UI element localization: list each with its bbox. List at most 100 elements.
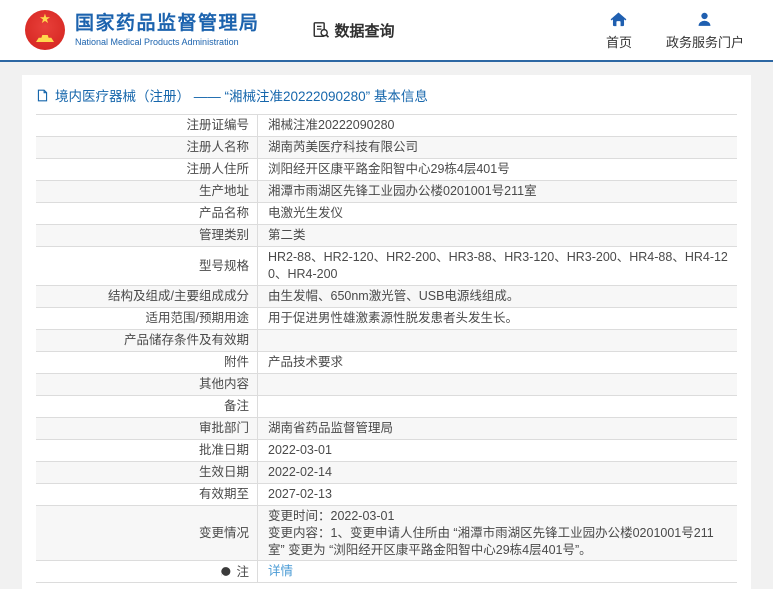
site-subtitle: National Medical Products Administration <box>75 37 260 47</box>
emblem-star-icon: ★ <box>39 12 51 25</box>
info-table: 注册证编号湘械注准20222090280注册人名称湖南芮美医疗科技有限公司注册人… <box>36 114 737 583</box>
row-label: 附件 <box>36 352 258 373</box>
row-label-text: 注册人住所 <box>186 161 249 177</box>
data-query-label: 数据查询 <box>335 20 395 41</box>
row-value: HR2-88、HR2-120、HR2-200、HR3-88、HR3-120、HR… <box>258 247 737 285</box>
row-label-text: 变更情况 <box>199 525 249 541</box>
row-label-text: 适用范围/预期用途 <box>146 310 249 326</box>
site-title: 国家药品监督管理局 <box>75 13 260 35</box>
table-row: 注详情 <box>36 561 737 583</box>
row-label-text: 备注 <box>224 398 249 414</box>
row-label: 备注 <box>36 396 258 417</box>
row-label: 生效日期 <box>36 462 258 483</box>
table-row: 产品名称电激光生发仪 <box>36 203 737 225</box>
table-row: 注册人住所浏阳经开区康平路金阳智中心29栋4层401号 <box>36 159 737 181</box>
row-value: 湖南省药品监督管理局 <box>258 418 737 439</box>
row-value: 由生发帽、650nm激光管、USB电源线组成。 <box>258 286 737 307</box>
row-label: 生产地址 <box>36 181 258 202</box>
row-label: 型号规格 <box>36 247 258 285</box>
table-row: 适用范围/预期用途用于促进男性雄激素源性脱发患者头发生长。 <box>36 308 737 330</box>
row-label: 产品储存条件及有效期 <box>36 330 258 351</box>
table-row: 附件产品技术要求 <box>36 352 737 374</box>
table-row: 管理类别第二类 <box>36 225 737 247</box>
row-label: 注册人住所 <box>36 159 258 180</box>
row-value: 产品技术要求 <box>258 352 737 373</box>
table-row: 型号规格 HR2-88、HR2-120、HR2-200、HR3-88、HR3-12… <box>36 247 737 286</box>
table-row: 产品储存条件及有效期 <box>36 330 737 352</box>
row-value: 2027-02-13 <box>258 484 737 505</box>
user-icon <box>695 10 714 29</box>
table-row: 生产地址湘潭市雨湖区先锋工业园办公楼0201001号211室 <box>36 181 737 203</box>
row-value: 湖南芮美医疗科技有限公司 <box>258 137 737 158</box>
row-label-text: 批准日期 <box>199 442 249 458</box>
header-nav: 首页 政务服务门户 <box>606 10 748 51</box>
row-label: 变更情况 <box>36 506 258 561</box>
table-row: 变更情况变更时间：2022-03-01 变更内容：1、变更申请人住所由 “湘潭市… <box>36 506 737 562</box>
row-label: 适用范围/预期用途 <box>36 308 258 329</box>
row-label: 注册人名称 <box>36 137 258 158</box>
table-row: 有效期至 2027-02-13 <box>36 484 737 506</box>
data-query-nav[interactable]: 数据查询 <box>312 20 395 41</box>
row-label-text: 其他内容 <box>199 376 249 392</box>
row-label-text: 管理类别 <box>199 227 249 243</box>
row-value: 2022-02-14 <box>258 462 737 483</box>
row-value: 用于促进男性雄激素源性脱发患者头发生长。 <box>258 308 737 329</box>
row-label-text: 产品储存条件及有效期 <box>124 332 249 348</box>
breadcrumb: 境内医疗器械（注册） —— “湘械注准20222090280” 基本信息 <box>22 75 751 114</box>
document-icon <box>36 89 49 102</box>
row-label: 产品名称 <box>36 203 258 224</box>
row-label-text: 结构及组成/主要组成成分 <box>108 288 249 304</box>
home-icon <box>609 10 628 29</box>
row-value <box>258 330 737 351</box>
row-value: 电激光生发仪 <box>258 203 737 224</box>
breadcrumb-text: 境内医疗器械（注册） —— “湘械注准20222090280” 基本信息 <box>55 85 428 105</box>
row-label: 有效期至 <box>36 484 258 505</box>
details-link[interactable]: 详情 <box>258 561 737 582</box>
row-value: 变更时间：2022-03-01 变更内容：1、变更申请人住所由 “湘潭市雨湖区先… <box>258 506 737 561</box>
row-label-text: 产品名称 <box>199 205 249 221</box>
row-label-text: 型号规格 <box>199 258 249 274</box>
table-row: 注册证编号湘械注准20222090280 <box>36 115 737 137</box>
row-label: 结构及组成/主要组成成分 <box>36 286 258 307</box>
row-label-text: 生产地址 <box>199 183 249 199</box>
row-value <box>258 396 737 417</box>
row-value: 浏阳经开区康平路金阳智中心29栋4层401号 <box>258 159 737 180</box>
row-label-text: 有效期至 <box>199 486 249 502</box>
table-row: 生效日期 2022-02-14 <box>36 462 737 484</box>
document-search-icon <box>312 21 330 39</box>
table-row: 备注 <box>36 396 737 418</box>
nav-home-label: 首页 <box>606 32 632 51</box>
site-header: ★ 国家药品监督管理局 National Medical Products Ad… <box>0 0 773 60</box>
national-emblem-logo: ★ <box>25 10 65 50</box>
table-row: 结构及组成/主要组成成分由生发帽、650nm激光管、USB电源线组成。 <box>36 286 737 308</box>
row-value <box>258 374 737 395</box>
nav-gov-portal-label: 政务服务门户 <box>666 32 744 51</box>
row-label: 其他内容 <box>36 374 258 395</box>
brand: ★ 国家药品监督管理局 National Medical Products Ad… <box>25 10 260 50</box>
row-label-text: 注册证编号 <box>186 117 249 133</box>
row-label-text: 审批部门 <box>199 420 249 436</box>
row-label: 管理类别 <box>36 225 258 246</box>
note-bubble-icon <box>220 566 232 578</box>
row-value: 第二类 <box>258 225 737 246</box>
row-label: 注册证编号 <box>36 115 258 136</box>
header-divider <box>0 60 773 62</box>
row-value: 湘潭市雨湖区先锋工业园办公楼0201001号211室 <box>258 181 737 202</box>
table-row: 注册人名称湖南芮美医疗科技有限公司 <box>36 137 737 159</box>
content-card: 境内医疗器械（注册） —— “湘械注准20222090280” 基本信息 注册证… <box>22 75 751 589</box>
table-row: 其他内容 <box>36 374 737 396</box>
row-value: 湘械注准20222090280 <box>258 115 737 136</box>
nav-home[interactable]: 首页 <box>606 10 632 51</box>
brand-text: 国家药品监督管理局 National Medical Products Admi… <box>75 13 260 47</box>
row-label-text: 生效日期 <box>199 464 249 480</box>
row-label-text: 注 <box>236 564 249 580</box>
row-label: 批准日期 <box>36 440 258 461</box>
table-row: 批准日期 2022-03-01 <box>36 440 737 462</box>
row-label: 审批部门 <box>36 418 258 439</box>
nav-gov-portal[interactable]: 政务服务门户 <box>666 10 744 51</box>
row-label-text: 附件 <box>224 354 249 370</box>
row-label-text: 注册人名称 <box>186 139 249 155</box>
row-value: 2022-03-01 <box>258 440 737 461</box>
table-row: 审批部门湖南省药品监督管理局 <box>36 418 737 440</box>
emblem-gate-icon <box>36 35 54 42</box>
